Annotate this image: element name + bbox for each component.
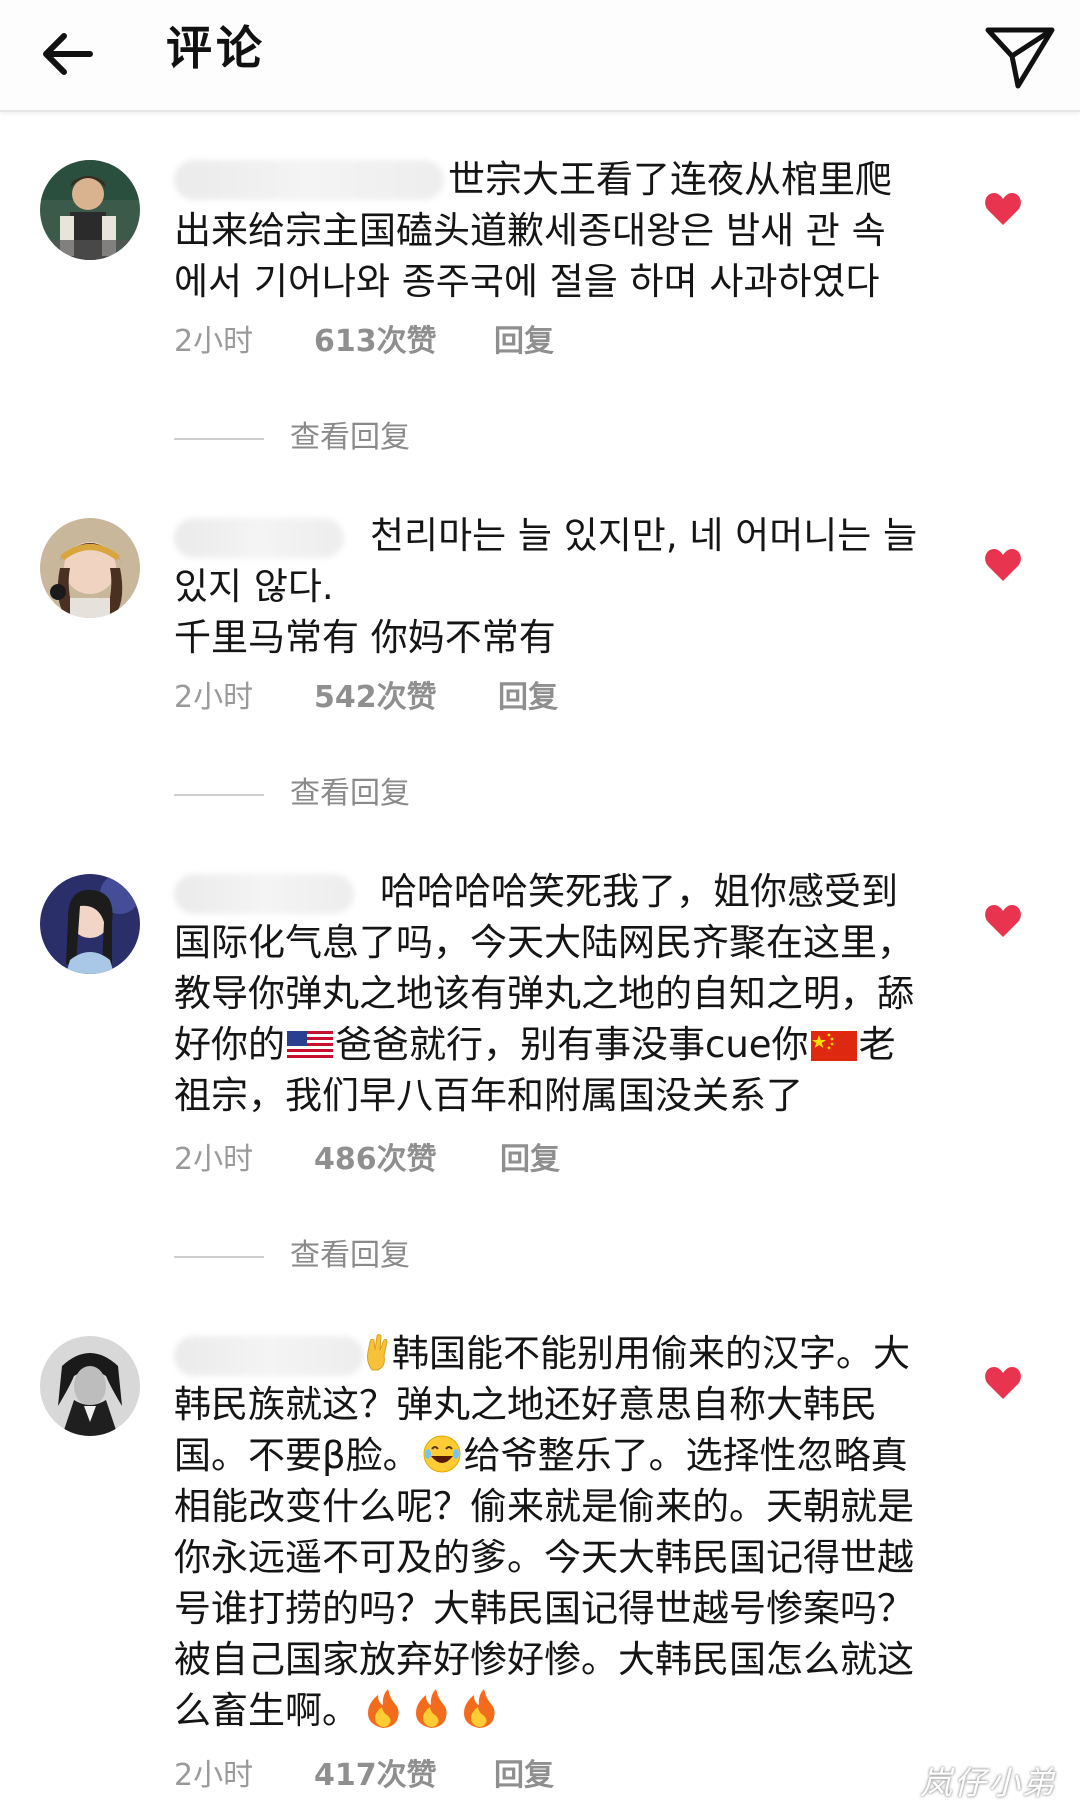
view-replies-button[interactable]: 查看回复 xyxy=(174,418,474,458)
hand-emoji-icon xyxy=(367,1334,388,1371)
avatar[interactable] xyxy=(40,160,140,260)
comment-text-line: 被自己国家放弃好惨好惨。大韩民国怎么就这 xyxy=(174,1638,914,1681)
reply-button[interactable]: 回复 xyxy=(494,1756,554,1796)
like-count[interactable]: 613次赞 xyxy=(314,322,437,362)
comment-time: 2小时 xyxy=(174,1758,254,1793)
comment-text-line: 世宗大王看了连夜从棺里爬 xyxy=(448,158,892,201)
heart-icon[interactable] xyxy=(984,1366,1022,1400)
watermark: 岚仔小弟 xyxy=(920,1764,1057,1802)
comment-text: 哈哈哈哈笑死我了，姐你感受到 国际化气息了吗，今天大陆网民齐聚在这里， 教导你弹… xyxy=(174,866,954,1121)
reply-button[interactable]: 回复 xyxy=(500,1140,560,1180)
arrow-left-icon[interactable] xyxy=(36,22,100,86)
avatar[interactable] xyxy=(40,1336,140,1436)
page-title: 评论 xyxy=(166,21,266,75)
comment-text-line: 号谁打捞的吗？大韩民国记得世越号惨案吗？ xyxy=(174,1587,914,1630)
like-count[interactable]: 542次赞 xyxy=(314,678,437,718)
comment-text: 천리마는 늘 있지만, 네 어머니는 늘 있지 않다. 千里马常有 你妈不常有 xyxy=(174,510,954,663)
divider-line xyxy=(174,794,264,796)
comment-text: 韩国能不能别用偷来的汉字。大 韩民族就这？弹丸之地还好意思自称大韩民 国。不要β… xyxy=(174,1328,954,1736)
paper-plane-icon[interactable] xyxy=(978,14,1062,98)
avatar[interactable] xyxy=(40,874,140,974)
reply-button[interactable]: 回复 xyxy=(494,322,554,362)
fire-emoji-icon xyxy=(416,1689,447,1728)
like-count[interactable]: 486次赞 xyxy=(314,1140,437,1180)
view-replies-button[interactable]: 查看回复 xyxy=(174,774,474,814)
heart-icon[interactable] xyxy=(984,548,1022,582)
comment-time: 2小时 xyxy=(174,1142,254,1177)
comment-text-line: 国。不要β脸。 xyxy=(174,1434,420,1477)
comment-text-line: 么畜生啊。 xyxy=(174,1689,359,1732)
comment-text-line: 哈哈哈哈笑死我了，姐你感受到 xyxy=(380,870,898,913)
view-replies-label: 查看回复 xyxy=(290,776,410,811)
divider-line xyxy=(174,438,264,440)
comment-text-line: 천리마는 늘 있지만, 네 어머니는 늘 xyxy=(370,514,918,557)
comment-text-line: 相能改变什么呢？偷来就是偷来的。天朝就是 xyxy=(174,1485,914,1528)
divider-line xyxy=(174,1256,264,1258)
heart-icon[interactable] xyxy=(984,192,1022,226)
comment-text-line: 国际化气息了吗，今天大陆网民齐聚在这里， xyxy=(174,921,914,964)
view-replies-button[interactable]: 查看回复 xyxy=(174,1236,474,1276)
laughing-emoji-icon xyxy=(423,1435,461,1473)
comment-time: 2小时 xyxy=(174,680,254,715)
like-count[interactable]: 417次赞 xyxy=(314,1756,437,1796)
avatar[interactable] xyxy=(40,518,140,618)
comment-text-line: 教导你弹丸之地该有弹丸之地的自知之明，舔 xyxy=(174,972,914,1015)
comment-text-line: 你永远遥不可及的爹。今天大韩民国记得世越 xyxy=(174,1536,914,1579)
comment-text-line: 있지 않다. 千里马常有 你妈不常有 xyxy=(174,565,556,659)
heart-icon[interactable] xyxy=(984,904,1022,938)
comment-text-line: 祖宗，我们早八百年和附属国没关系了 xyxy=(174,1074,803,1117)
comment-time: 2小时 xyxy=(174,324,254,359)
comment-text-line: 好你的 xyxy=(174,1023,285,1066)
comment-text-line: 老 xyxy=(858,1023,896,1066)
view-replies-label: 查看回复 xyxy=(290,420,410,455)
comment-text-line: 韩国能不能别用偷来的汉字。大 xyxy=(392,1332,910,1375)
us-flag-icon xyxy=(287,1031,333,1061)
fire-emoji-icon xyxy=(368,1689,399,1728)
top-bar: 评论 xyxy=(0,0,1080,112)
comment-text-line: 韩民族就这？弹丸之地还好意思自称大韩民 xyxy=(174,1383,877,1426)
china-flag-icon xyxy=(810,1031,857,1061)
view-replies-label: 查看回复 xyxy=(290,1238,410,1273)
fire-emoji-icon xyxy=(464,1689,495,1728)
comment-text-line: 出来给宗主国磕头道歉세종대왕은 밤새 관 속 에서 기어나와 종주국에 절을 하… xyxy=(174,209,886,303)
comment-text-line: 给爷整乐了。选择性忽略真 xyxy=(463,1434,908,1477)
comment-text-line: 爸爸就行，别有事没事cue你 xyxy=(335,1023,809,1066)
comment-text: 世宗大王看了连夜从棺里爬 出来给宗主国磕头道歉세종대왕은 밤새 관 속 에서 기… xyxy=(174,154,954,307)
reply-button[interactable]: 回复 xyxy=(498,678,558,718)
